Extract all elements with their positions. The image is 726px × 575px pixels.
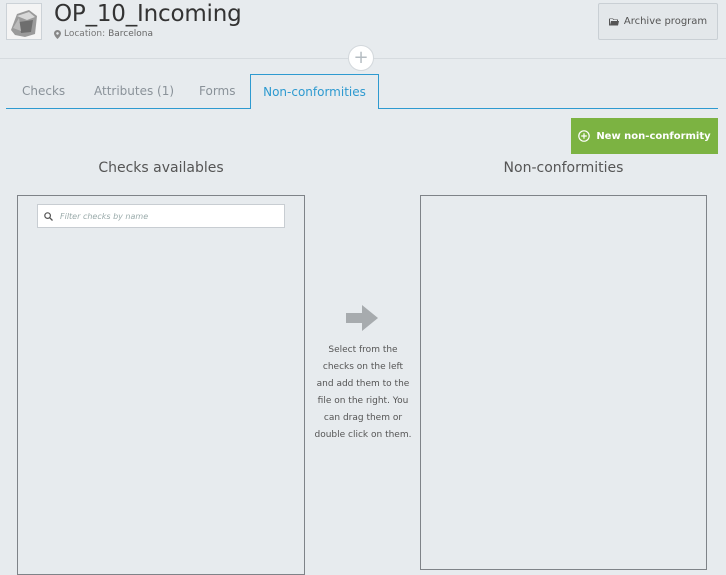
plus-icon: +	[353, 47, 369, 68]
new-non-conformity-label: New non-conformity	[596, 130, 711, 142]
tab-attributes[interactable]: Attributes (1)	[94, 74, 174, 108]
archive-program-button[interactable]: Archive program	[598, 3, 718, 40]
map-pin-icon	[54, 29, 61, 39]
plus-circle-icon	[578, 130, 591, 142]
tab-non-conformities[interactable]: Non-conformities	[250, 74, 379, 109]
location-value: Barcelona	[108, 29, 154, 39]
archive-program-label: Archive program	[623, 16, 708, 27]
non-conformities-title: Non-conformities	[503, 160, 624, 176]
non-conformities-list[interactable]	[420, 195, 707, 570]
tab-bar: Checks Attributes (1) Forms Non-conformi…	[6, 74, 718, 109]
checks-available-list[interactable]	[17, 195, 305, 575]
folder-icon	[608, 18, 619, 25]
tab-label: Checks	[22, 84, 66, 98]
checks-available-title: Checks availables	[98, 160, 224, 176]
program-logo	[6, 3, 42, 40]
drag-hint-text: Select from the checks on the left and a…	[314, 345, 412, 440]
program-image-icon	[7, 4, 41, 39]
tab-label: Attributes (1)	[94, 84, 175, 98]
page-title: OP_10_Incoming	[54, 1, 242, 27]
filter-checks-field[interactable]	[37, 204, 285, 228]
filter-checks-input[interactable]	[58, 210, 272, 222]
program-page: OP_10_Incoming Location: Barcelona Archi…	[0, 0, 726, 575]
search-icon	[44, 211, 53, 221]
tab-checks[interactable]: Checks	[22, 74, 65, 108]
add-button[interactable]: +	[348, 45, 374, 71]
arrow-right-icon	[346, 305, 378, 331]
new-non-conformity-button[interactable]: New non-conformity	[571, 118, 718, 154]
location-info: Location: Barcelona	[54, 29, 153, 39]
tab-forms[interactable]: Forms	[199, 74, 235, 108]
tab-label: Forms	[199, 84, 236, 98]
location-label: Location:	[64, 29, 106, 39]
tab-label: Non-conformities	[263, 85, 366, 99]
